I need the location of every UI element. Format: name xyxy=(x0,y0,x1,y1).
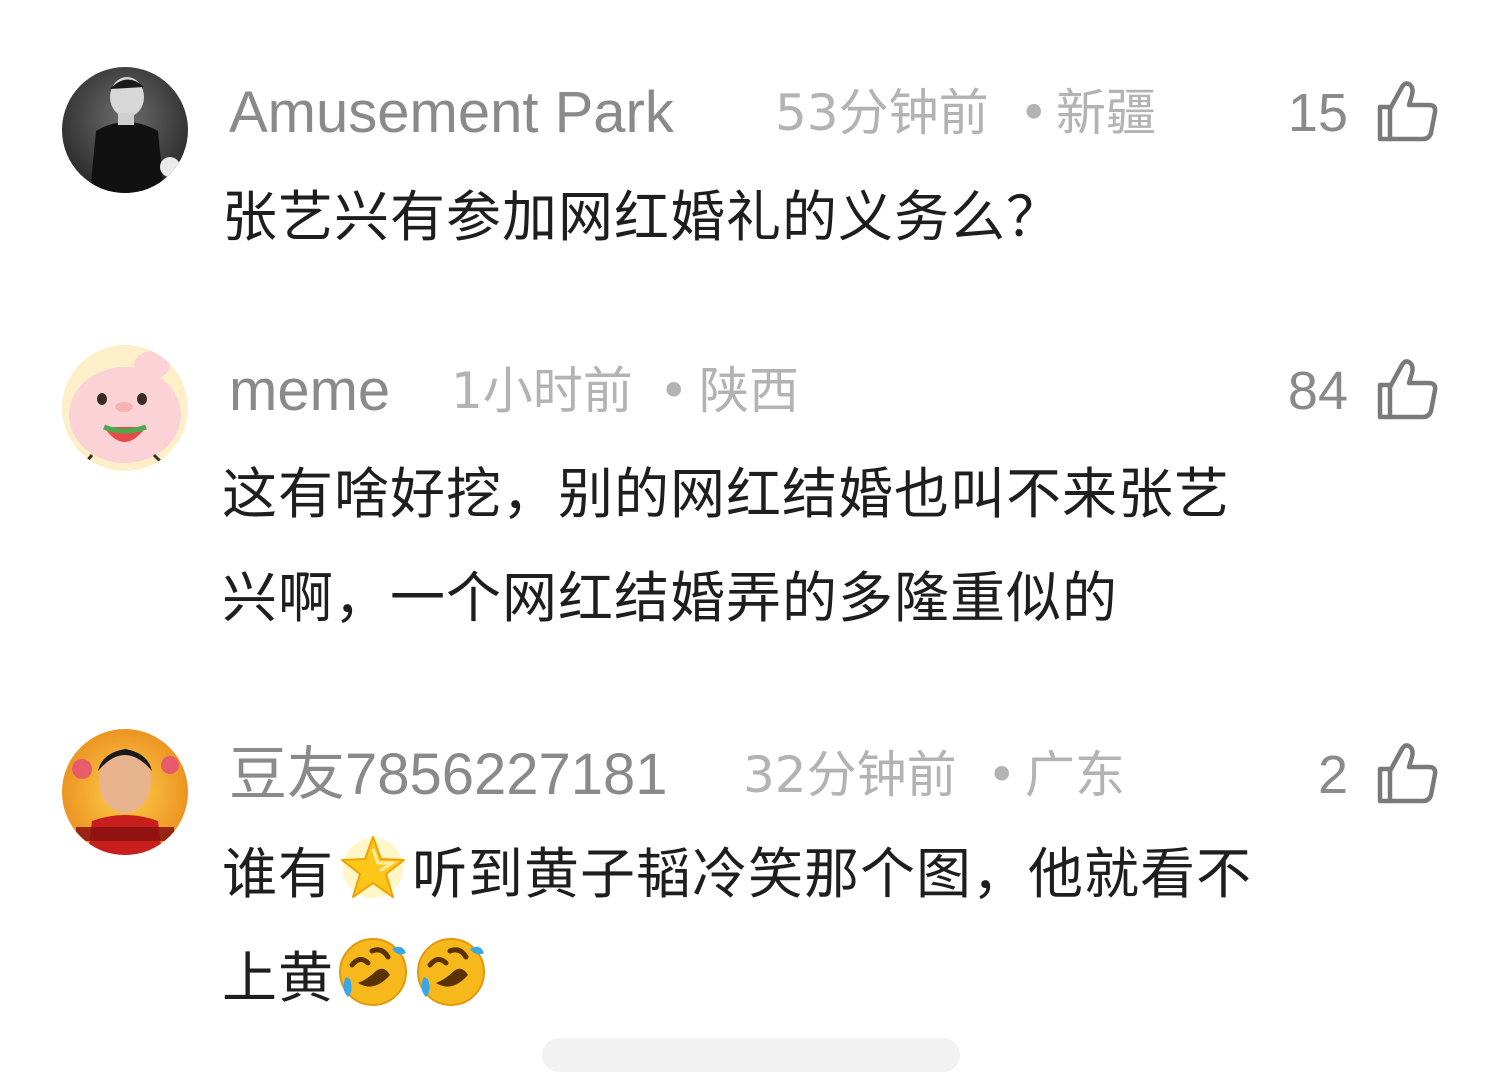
comment-location: 新疆 xyxy=(1056,84,1156,142)
comment-time: 1小时前 xyxy=(451,362,633,420)
comment-time: 32分钟前 xyxy=(743,746,957,804)
username[interactable]: Amusement Park xyxy=(229,73,674,153)
comment-text: 张艺兴有参加网红婚礼的义务么？ xyxy=(222,185,1063,249)
avatar[interactable] xyxy=(62,67,188,193)
comment-location: 广东 xyxy=(1025,746,1125,804)
username[interactable]: 豆友7856227181 xyxy=(229,735,668,815)
comment-text-segment: 谁有 xyxy=(222,842,335,906)
meta-separator: • xyxy=(987,746,1017,804)
meta-separator: • xyxy=(1019,84,1049,142)
avatar[interactable] xyxy=(62,345,188,471)
comment-text-segment: 上黄 xyxy=(222,946,335,1010)
comment-text: 这有啥好挖，别的网红结婚也叫不来张艺 兴啊，一个网红结婚弄的多隆重似的 xyxy=(222,442,1460,650)
comment-text-segment: 听到黄子韬冷笑那个图，他就看不 xyxy=(412,842,1253,906)
comment-text-line: 谁有 听到黄子韬冷笑那个图，他就看不 xyxy=(222,822,1460,926)
avatar[interactable] xyxy=(62,729,188,855)
comment-location: 陕西 xyxy=(699,362,799,420)
comment-header: meme 1小时前 • 陕西 84 xyxy=(229,351,1440,431)
username[interactable]: meme xyxy=(229,351,390,431)
star-emoji-icon xyxy=(336,831,410,905)
comment-header: Amusement Park 53分钟前 • 新疆 15 xyxy=(229,73,1440,153)
meta-separator: • xyxy=(659,362,689,420)
comment-text: 谁有 听到黄子韬冷笑那个图，他就看不 上黄 xyxy=(222,822,1460,1030)
comment-header: 豆友7856227181 32分钟前 • 广东 2 xyxy=(229,735,1440,815)
thumbs-up-icon[interactable] xyxy=(1374,357,1440,423)
thumbs-up-icon[interactable] xyxy=(1374,79,1440,145)
rofl-emoji-icon xyxy=(336,935,410,1009)
comment-text-line: 兴啊，一个网红结婚弄的多隆重似的 xyxy=(222,566,1119,630)
rofl-emoji-icon xyxy=(414,935,488,1009)
watermark-bar xyxy=(542,1038,960,1072)
comment-time: 53分钟前 xyxy=(775,84,989,142)
comment-text-line: 上黄 xyxy=(222,926,1460,1030)
comment-text-line: 这有啥好挖，别的网红结婚也叫不来张艺 xyxy=(222,462,1231,526)
thumbs-up-icon[interactable] xyxy=(1374,741,1440,807)
like-count: 15 xyxy=(1287,83,1348,143)
like-count: 2 xyxy=(1317,745,1348,805)
like-count: 84 xyxy=(1287,361,1348,421)
